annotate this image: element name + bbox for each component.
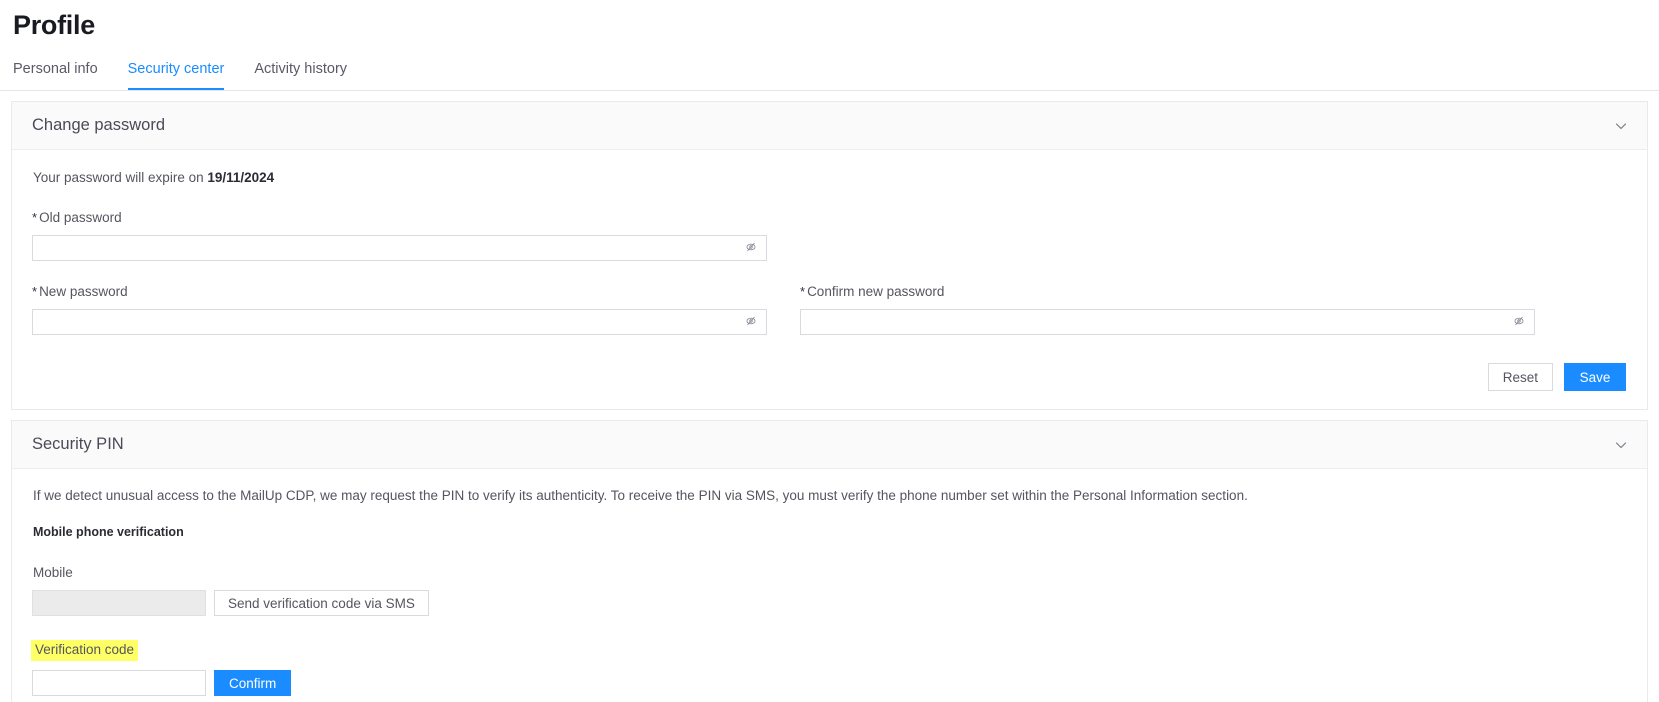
old-password-label-text: Old password [39, 210, 122, 225]
required-marker: * [32, 210, 38, 225]
verification-code-label-wrap: Verification code [31, 616, 1627, 670]
change-password-actions: Reset Save [32, 363, 1627, 391]
password-expiry-notice: Your password will expire on 19/11/2024 [33, 169, 1627, 187]
security-pin-description: If we detect unusual access to the MailU… [33, 488, 1248, 503]
tab-activity-history-label: Activity history [254, 61, 348, 77]
confirm-new-password-label-text: Confirm new password [807, 284, 945, 299]
tab-security-center[interactable]: Security center [127, 60, 225, 90]
chevron-down-icon[interactable] [1613, 118, 1629, 134]
page-title: Profile [13, 10, 95, 40]
old-password-group: * Old password [32, 209, 767, 261]
change-password-title: Change password [32, 116, 165, 134]
security-pin-title: Security PIN [32, 435, 124, 453]
tab-activity-history[interactable]: Activity history [254, 60, 347, 90]
tab-personal-info[interactable]: Personal info [13, 60, 98, 90]
new-password-group: * New password [32, 283, 767, 335]
security-pin-panel: Security PIN If we detect unusual access… [11, 420, 1648, 702]
confirm-button[interactable]: Confirm [214, 670, 292, 696]
required-marker: * [800, 284, 806, 299]
old-password-label: * Old password [32, 209, 767, 226]
password-expiry-date: 19/11/2024 [207, 170, 275, 185]
new-password-input[interactable] [32, 309, 767, 335]
change-password-body: Your password will expire on 19/11/2024 … [12, 150, 1647, 409]
confirm-new-password-group: * Confirm new password [800, 283, 1535, 335]
profile-page: Profile Personal info Security center Ac… [0, 0, 1659, 702]
reset-button[interactable]: Reset [1487, 363, 1553, 391]
security-pin-body: If we detect unusual access to the MailU… [12, 469, 1647, 702]
tab-security-center-label: Security center [127, 61, 225, 77]
mobile-row: Send verification code via SMS [32, 590, 1627, 616]
required-marker: * [32, 284, 38, 299]
eye-slash-icon[interactable] [744, 314, 758, 330]
verification-code-row: Confirm [32, 670, 1627, 696]
new-password-label: * New password [32, 283, 767, 300]
send-verification-code-sms-button[interactable]: Send verification code via SMS [214, 590, 429, 616]
mobile-phone-verification-heading: Mobile phone verification [33, 525, 184, 539]
tab-bar: Personal info Security center Activity h… [0, 51, 1659, 91]
confirm-new-password-input[interactable] [800, 309, 1535, 335]
change-password-panel-header[interactable]: Change password [12, 102, 1647, 150]
new-password-row: * New password * Confirm new password [32, 283, 1627, 335]
mobile-input [32, 590, 206, 616]
eye-slash-icon[interactable] [1512, 314, 1526, 330]
verification-code-input[interactable] [32, 670, 206, 696]
security-pin-panel-header[interactable]: Security PIN [12, 421, 1647, 469]
chevron-down-icon[interactable] [1613, 437, 1629, 453]
eye-slash-icon[interactable] [744, 240, 758, 256]
old-password-input[interactable] [32, 235, 767, 261]
save-button[interactable]: Save [1564, 363, 1626, 391]
tab-personal-info-label: Personal info [13, 61, 98, 77]
new-password-label-text: New password [39, 284, 128, 299]
change-password-panel: Change password Your password will expir… [11, 101, 1648, 410]
password-expiry-prefix: Your password will expire on [33, 170, 208, 185]
verification-code-label: Verification code [31, 640, 139, 661]
confirm-new-password-label: * Confirm new password [800, 283, 1535, 300]
mobile-label: Mobile [33, 565, 73, 580]
